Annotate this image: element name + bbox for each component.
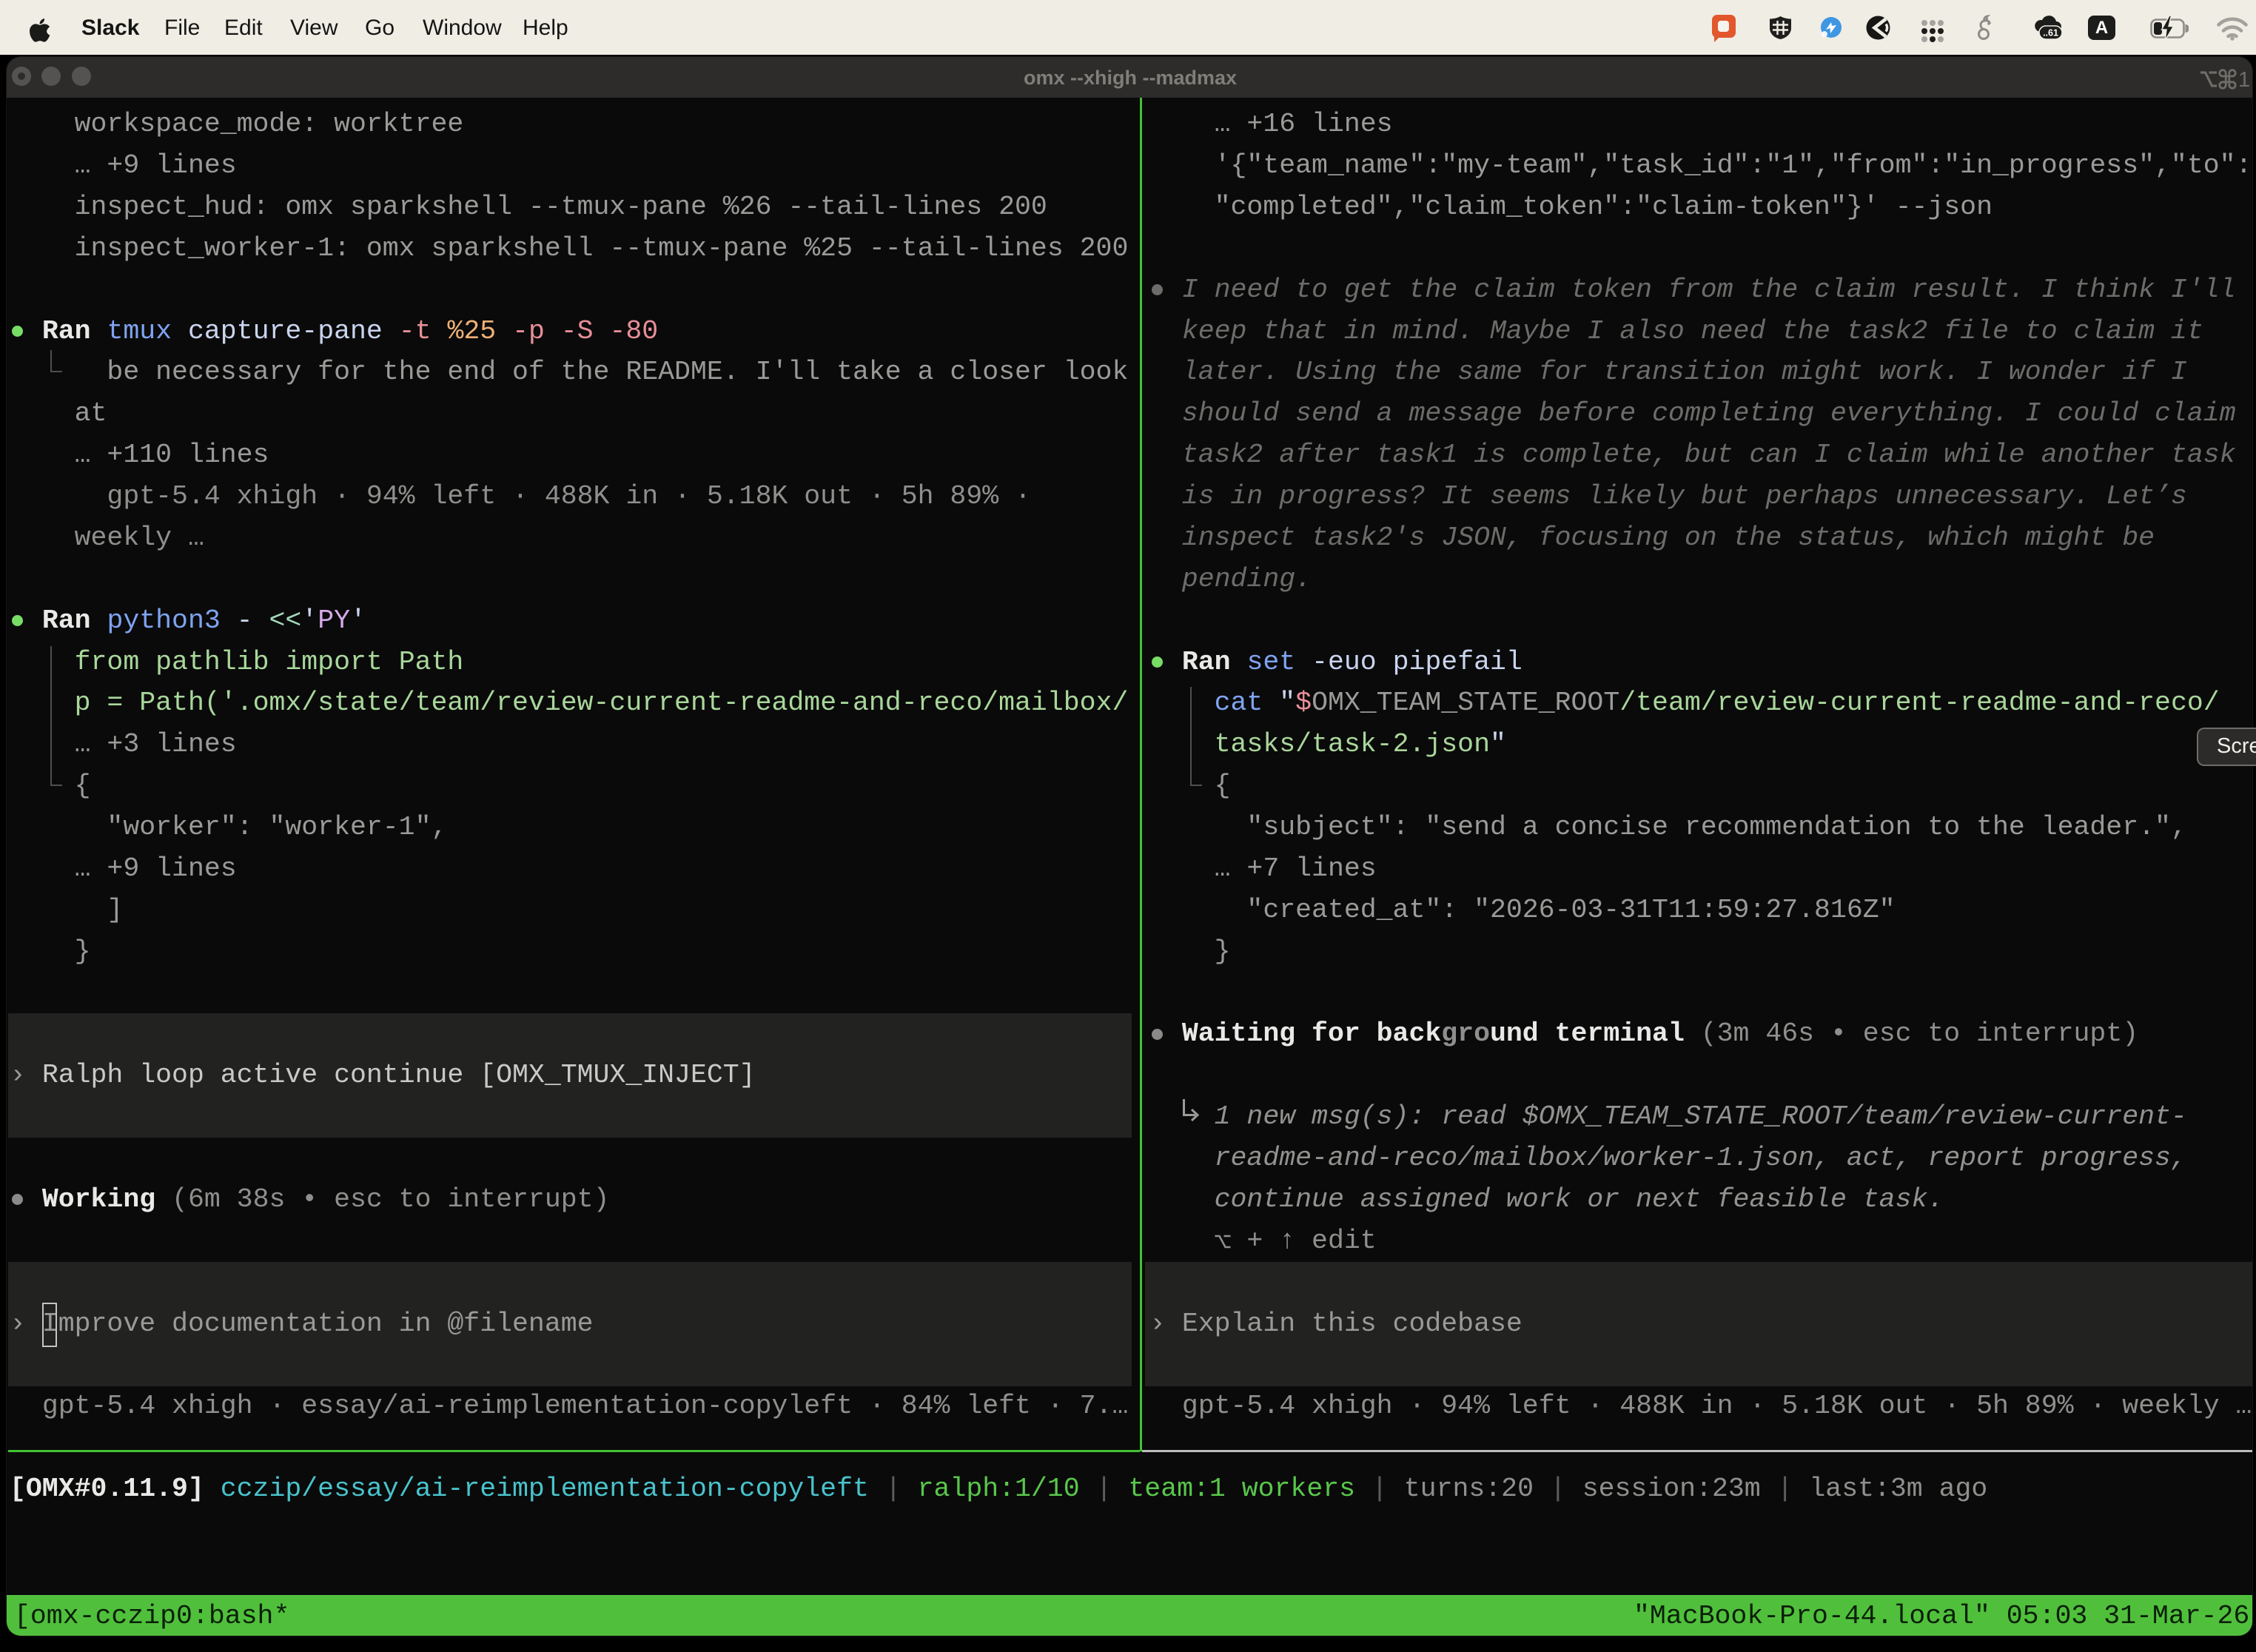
svg-text:1: 1 xyxy=(2238,68,2250,92)
svg-text:..61: ..61 xyxy=(2043,28,2058,38)
